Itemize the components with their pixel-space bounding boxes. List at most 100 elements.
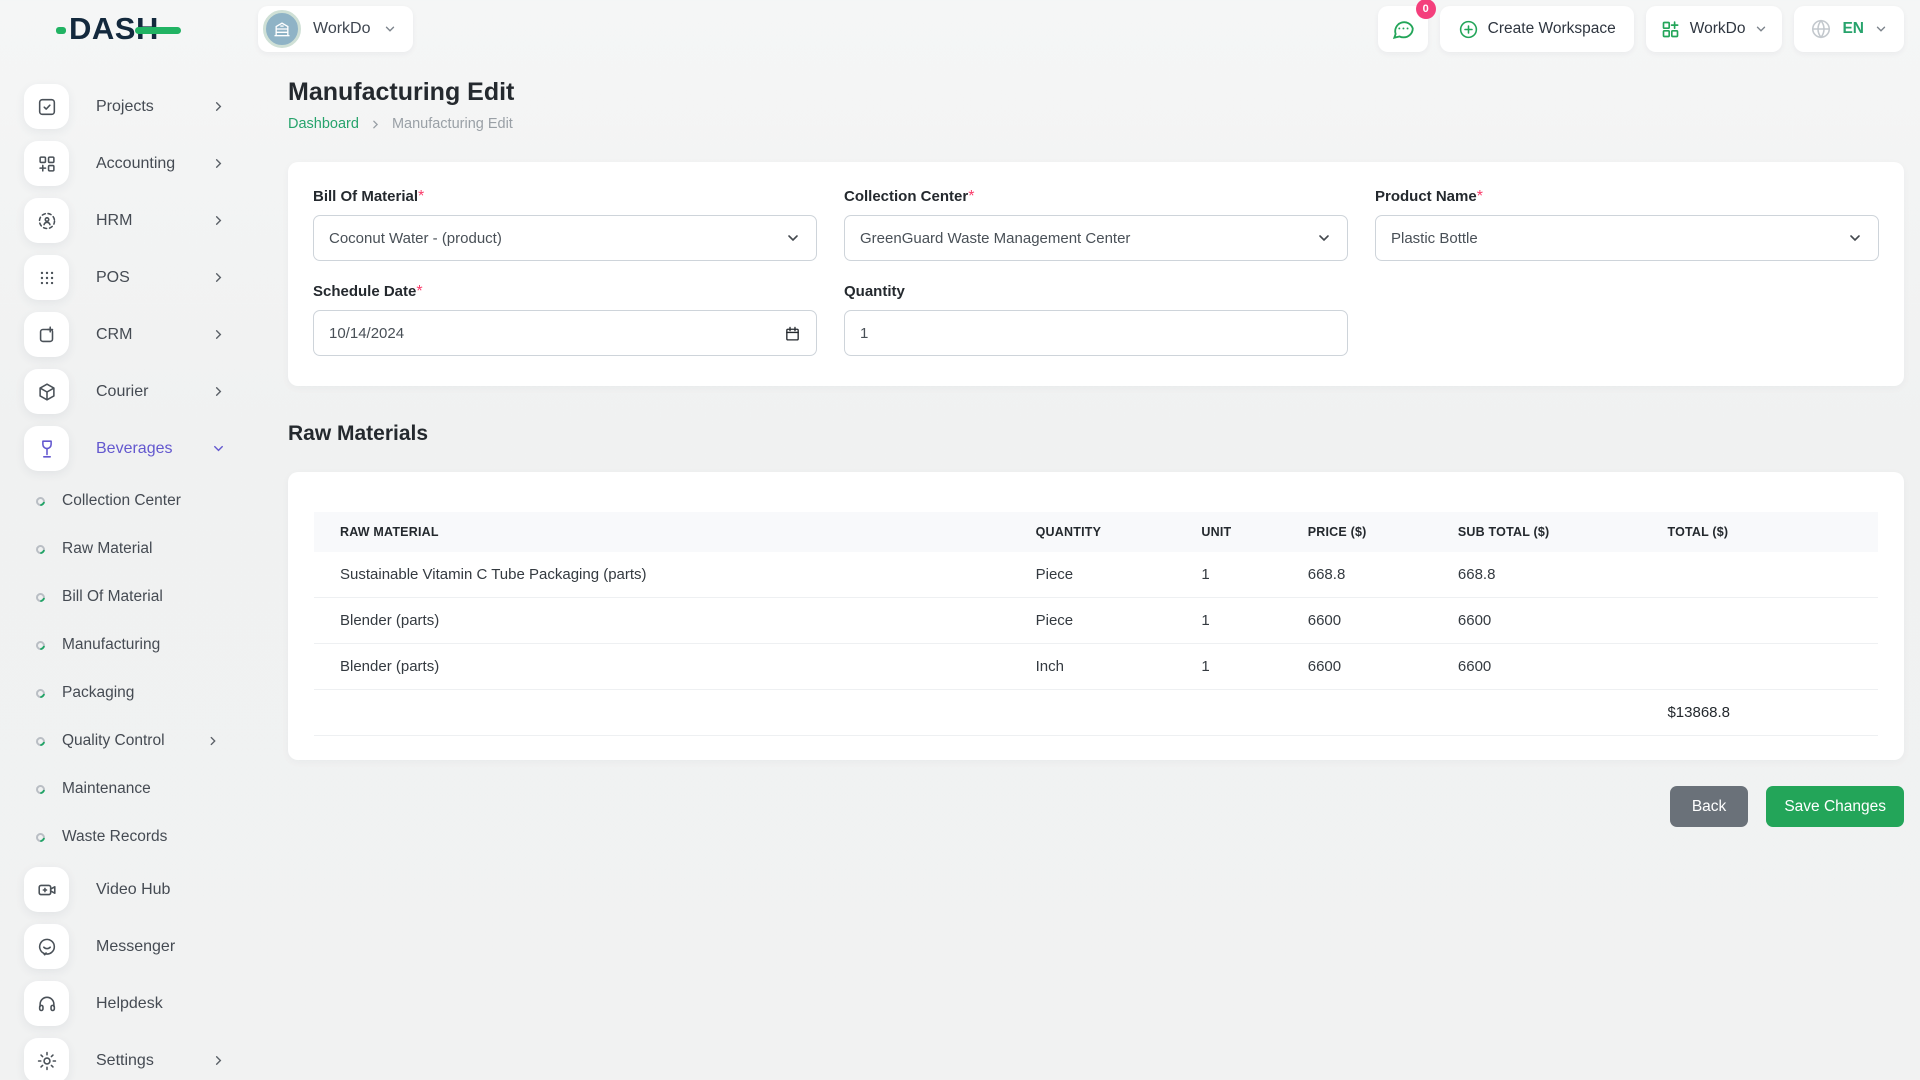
workspace-switcher[interactable]: WorkDo	[258, 6, 413, 52]
sidebar-item-accounting[interactable]: Accounting	[24, 135, 258, 192]
chevron-right-icon	[211, 156, 226, 171]
sidebar-sublabel: Manufacturing	[62, 636, 160, 654]
workspace-label: WorkDo	[313, 20, 371, 38]
cell-sub-total: 6600	[1448, 598, 1658, 644]
sidebar-item-messenger[interactable]: Messenger	[24, 918, 258, 975]
table-row: Sustainable Vitamin C Tube Packaging (pa…	[314, 552, 1878, 598]
sidebar-subitem-raw-material[interactable]: Raw Material	[24, 525, 258, 573]
cell-quantity: Piece	[1026, 598, 1192, 644]
quantity-input[interactable]	[860, 311, 1332, 355]
sidebar-sublabel: Packaging	[62, 684, 134, 702]
sidebar-subitem-bill-of-material[interactable]: Bill Of Material	[24, 573, 258, 621]
main-content: Manufacturing Edit Dashboard Manufacturi…	[258, 58, 1920, 1080]
cell-unit: 1	[1191, 644, 1297, 690]
raw-materials-card: RAW MATERIAL QUANTITY UNIT PRICE ($) SUB…	[288, 472, 1904, 760]
sidebar-item-video-hub[interactable]: Video Hub	[24, 861, 258, 918]
schedule-date-input-wrap	[313, 310, 817, 356]
chat-icon	[1390, 16, 1416, 42]
sidebar-subitem-maintenance[interactable]: Maintenance	[24, 765, 258, 813]
save-changes-button[interactable]: Save Changes	[1766, 786, 1904, 827]
sidebar-item-pos[interactable]: POS	[24, 249, 258, 306]
collection-center-label: Collection Center	[844, 188, 968, 205]
sidebar-subitem-collection-center[interactable]: Collection Center	[24, 477, 258, 525]
sidebar: Projects Accounting	[0, 58, 258, 1080]
breadcrumb-dashboard-link[interactable]: Dashboard	[288, 116, 359, 132]
messages-button[interactable]: 0	[1378, 6, 1428, 52]
cell-material: Blender (parts)	[314, 644, 1026, 690]
col-sub-total: SUB TOTAL ($)	[1448, 512, 1658, 552]
globe-icon	[1810, 18, 1832, 40]
sidebar-sublabel: Raw Material	[62, 540, 152, 558]
pos-icon	[24, 255, 69, 300]
app-menu-label: WorkDo	[1690, 20, 1746, 38]
col-raw-material: RAW MATERIAL	[314, 512, 1026, 552]
field-product-name: Product Name* Plastic Bottle	[1375, 188, 1879, 261]
hrm-icon	[24, 198, 69, 243]
sidebar-label: Beverages	[96, 440, 173, 458]
chevron-right-icon	[211, 384, 226, 399]
sidebar-label: CRM	[96, 326, 132, 344]
chevron-right-icon	[211, 99, 226, 114]
cell-total	[1657, 598, 1878, 644]
sidebar-item-courier[interactable]: Courier	[24, 363, 258, 420]
collection-center-value: GreenGuard Waste Management Center	[860, 230, 1316, 247]
sidebar-subitem-waste-records[interactable]: Waste Records	[24, 813, 258, 861]
sidebar-sublabel: Maintenance	[62, 780, 151, 798]
language-selector[interactable]: EN	[1794, 6, 1904, 52]
cell-quantity: Piece	[1026, 552, 1192, 598]
logo-zone: DASH	[0, 11, 258, 47]
chevron-down-icon	[1874, 22, 1888, 36]
grand-total-value: $13868.8	[1657, 690, 1878, 736]
sidebar-item-beverages[interactable]: Beverages	[24, 420, 258, 477]
sidebar-subitem-quality-control[interactable]: Quality Control	[24, 717, 258, 765]
cell-quantity: Inch	[1026, 644, 1192, 690]
sidebar-label: Courier	[96, 383, 148, 401]
app-menu-button[interactable]: WorkDo	[1646, 6, 1783, 52]
sidebar-item-hrm[interactable]: HRM	[24, 192, 258, 249]
language-label: EN	[1842, 20, 1864, 38]
sidebar-subitem-manufacturing[interactable]: Manufacturing	[24, 621, 258, 669]
sidebar-item-helpdesk[interactable]: Helpdesk	[24, 975, 258, 1032]
video-camera-icon	[24, 867, 69, 912]
collection-center-select[interactable]: GreenGuard Waste Management Center	[844, 215, 1348, 261]
product-name-select[interactable]: Plastic Bottle	[1375, 215, 1879, 261]
bullet-icon	[34, 831, 47, 844]
dash-logo[interactable]: DASH	[56, 11, 181, 47]
sidebar-label: Settings	[96, 1052, 154, 1070]
accounting-icon	[24, 141, 69, 186]
col-price: PRICE ($)	[1298, 512, 1448, 552]
schedule-date-input[interactable]	[329, 311, 784, 355]
bill-of-material-select[interactable]: Coconut Water - (product)	[313, 215, 817, 261]
sidebar-item-projects[interactable]: Projects	[24, 78, 258, 135]
sidebar-item-crm[interactable]: CRM	[24, 306, 258, 363]
cell-unit: 1	[1191, 552, 1297, 598]
cell-total	[1657, 552, 1878, 598]
quantity-label: Quantity	[844, 283, 905, 300]
breadcrumb-current: Manufacturing Edit	[392, 116, 513, 132]
field-quantity: Quantity	[844, 283, 1348, 356]
manufacturing-form-card: Bill Of Material* Coconut Water - (produ…	[288, 162, 1904, 386]
sidebar-subitem-packaging[interactable]: Packaging	[24, 669, 258, 717]
calendar-icon[interactable]	[784, 325, 801, 342]
bill-of-material-value: Coconut Water - (product)	[329, 230, 785, 247]
create-workspace-button[interactable]: Create Workspace	[1440, 6, 1634, 52]
col-quantity: QUANTITY	[1026, 512, 1192, 552]
sidebar-label: Messenger	[96, 938, 175, 956]
chevron-down-icon	[785, 230, 801, 246]
chevron-down-icon	[1754, 22, 1768, 36]
bullet-icon	[34, 543, 47, 556]
sidebar-sublabel: Bill Of Material	[62, 588, 163, 606]
chevron-right-icon	[211, 213, 226, 228]
sidebar-item-settings[interactable]: Settings	[24, 1032, 258, 1080]
bill-of-material-label: Bill Of Material	[313, 188, 418, 205]
back-button[interactable]: Back	[1670, 786, 1748, 827]
sidebar-label: Video Hub	[96, 881, 170, 899]
table-row: Blender (parts) Piece 1 6600 6600	[314, 598, 1878, 644]
messages-badge: 0	[1416, 0, 1436, 19]
col-total: TOTAL ($)	[1657, 512, 1878, 552]
workspace-avatar	[263, 10, 301, 48]
top-header: DASH WorkDo 0 Create Workspace	[0, 0, 1920, 58]
create-workspace-label: Create Workspace	[1488, 20, 1616, 38]
logo-accent-bar	[135, 27, 181, 34]
projects-icon	[24, 84, 69, 129]
